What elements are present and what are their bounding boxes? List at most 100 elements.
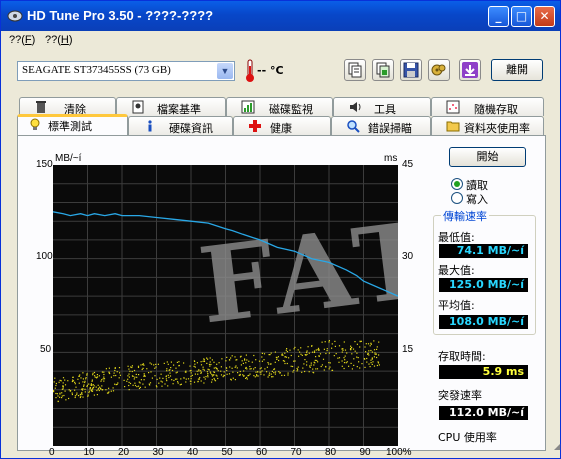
access-time-point <box>190 383 192 385</box>
access-time-point <box>271 370 273 372</box>
options-button[interactable] <box>428 59 450 81</box>
access-time-point <box>173 364 175 366</box>
access-time-point <box>90 383 92 385</box>
access-time-point <box>61 392 63 394</box>
chevron-down-icon[interactable]: ▼ <box>217 63 233 79</box>
tab-info[interactable]: 硬碟資訊 <box>128 116 233 135</box>
tab-disk-monitor[interactable]: 磁碟監視 <box>226 97 333 116</box>
file-benchmark-icon <box>132 100 144 114</box>
tab-folder-usage[interactable]: 資料夾使用率 <box>431 116 544 135</box>
tab-tools[interactable]: 工具 <box>333 97 431 116</box>
access-time-point <box>103 373 105 376</box>
access-time-point <box>198 369 200 371</box>
maximize-button[interactable]: □ <box>511 6 532 27</box>
access-time-point <box>215 374 217 376</box>
access-time-point <box>59 396 61 398</box>
access-time-point <box>253 354 255 357</box>
access-time-point <box>284 356 286 358</box>
access-time-point <box>163 362 165 364</box>
access-time-point <box>110 376 112 378</box>
access-time-point <box>136 386 138 388</box>
access-time-point <box>71 392 73 394</box>
access-time-point <box>247 375 249 377</box>
access-time-point <box>242 362 244 364</box>
copy-text-button[interactable] <box>344 59 366 81</box>
access-time-point <box>93 394 95 396</box>
download-button[interactable] <box>459 59 481 81</box>
access-time-point <box>202 360 204 362</box>
access-time-point <box>102 378 104 380</box>
access-time-point <box>108 387 110 389</box>
access-time-point <box>196 370 198 372</box>
access-time-point <box>226 369 228 372</box>
access-time-point <box>285 356 288 358</box>
access-time-point <box>144 386 146 388</box>
access-time-point <box>226 356 228 358</box>
access-time-point <box>316 368 319 370</box>
access-time-point <box>155 363 157 365</box>
access-time-point <box>89 387 91 389</box>
drive-select[interactable]: SEAGATE ST373455SS (73 GB) ▼ <box>17 61 235 81</box>
minimize-button[interactable]: _ <box>488 6 509 27</box>
access-time-point <box>101 379 103 381</box>
access-time-point <box>286 362 288 365</box>
access-time-point <box>197 380 199 382</box>
access-time-point <box>283 374 286 376</box>
access-time-point <box>356 352 358 354</box>
temperature-readout: -- °C <box>257 64 284 77</box>
access-time-point <box>98 387 100 389</box>
access-time-point <box>365 351 367 353</box>
tab-random-access[interactable]: 隨機存取 <box>431 97 544 116</box>
access-time-point <box>310 362 312 364</box>
access-time-point <box>313 351 316 353</box>
access-time-point <box>240 364 242 366</box>
tab-health[interactable]: 健康 <box>233 116 331 135</box>
close-button[interactable]: ✕ <box>534 6 555 27</box>
access-time-point <box>245 362 247 364</box>
access-time-point <box>301 354 303 356</box>
access-time-point <box>103 371 105 373</box>
access-time-point <box>180 383 182 385</box>
mode-write-radio[interactable]: 寫入 <box>451 191 488 207</box>
access-time-point <box>356 366 358 368</box>
access-time-point <box>110 390 112 392</box>
title-bar[interactable]: HD Tune Pro 3.50 - ????-???? _ □ ✕ <box>1 1 560 31</box>
access-time-point <box>155 366 157 368</box>
access-time-point <box>143 364 145 366</box>
access-time-point <box>350 345 352 347</box>
access-time-point <box>288 357 290 359</box>
access-time-point <box>306 351 308 353</box>
exit-button[interactable]: 離開 <box>491 59 543 81</box>
access-time-point <box>79 393 81 396</box>
tab-benchmark[interactable]: 標準測試 <box>17 114 128 135</box>
access-time-point <box>358 361 360 363</box>
access-time-point <box>80 395 82 397</box>
access-time-point <box>364 366 366 368</box>
access-time-point <box>74 381 76 383</box>
access-time-point <box>328 352 330 354</box>
save-button[interactable] <box>400 59 422 81</box>
tab-file-benchmark[interactable]: 檔案基準 <box>116 97 226 116</box>
access-time-point <box>342 349 344 351</box>
access-time-point <box>202 366 204 368</box>
access-time-point <box>275 356 277 358</box>
access-time-point <box>103 378 106 380</box>
access-time-point <box>167 363 169 365</box>
copy-screen-button[interactable] <box>372 59 394 81</box>
access-time-point <box>169 372 171 374</box>
access-time-point <box>274 371 277 373</box>
access-time-point <box>161 385 163 387</box>
access-time-point <box>86 373 88 375</box>
access-time-point <box>263 359 265 361</box>
tab-error-scan[interactable]: 錯誤掃瞄 <box>331 116 431 135</box>
access-time-point <box>210 363 212 366</box>
access-time-point <box>214 379 216 381</box>
menu-help[interactable]: ??(H) <box>45 34 73 46</box>
access-time-point <box>216 363 218 365</box>
resize-grip-icon[interactable]: ◢ <box>554 442 560 451</box>
access-time-point <box>61 388 63 390</box>
start-button[interactable]: 開始 <box>449 147 526 167</box>
access-time-point <box>143 379 145 381</box>
access-time-point <box>138 381 140 383</box>
menu-file[interactable]: ??(F) <box>9 34 35 46</box>
